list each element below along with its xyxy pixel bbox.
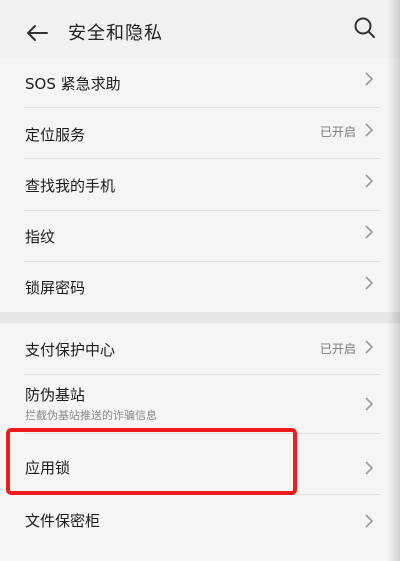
chevron-right-icon: [365, 123, 374, 137]
chevron-right-icon: [365, 276, 374, 290]
list-item-label: 指纹: [25, 228, 56, 246]
back-button[interactable]: [24, 20, 50, 46]
chevron-right-icon: [365, 174, 374, 188]
list-item-label: SOS 紧急求助: [25, 75, 121, 93]
list-item-label: 锁屏密码: [25, 279, 86, 297]
chevron-right-icon: [365, 461, 374, 475]
group-separator: [0, 312, 400, 323]
search-button[interactable]: [352, 15, 378, 41]
list-item-lock-screen-password[interactable]: 锁屏密码: [0, 261, 400, 312]
list-item-label: 文件保密柜: [25, 512, 101, 530]
status-value: 已开启: [319, 342, 356, 356]
chevron-right-icon: [365, 514, 374, 528]
search-icon: [354, 17, 375, 38]
chevron-right-icon: [365, 225, 374, 239]
header: 安全和隐私: [0, 0, 400, 62]
list-item-sos[interactable]: SOS 紧急求助: [0, 58, 400, 108]
list-item-payment-protection[interactable]: 支付保护中心 已开启: [0, 323, 400, 374]
highlight-box: [6, 428, 297, 495]
back-arrow-icon: [27, 25, 48, 41]
security-privacy-screen: 安全和隐私 SOS 紧急求助 定位服务 已开启 查找我的手机 指纹 锁屏密码 支…: [0, 0, 400, 561]
list-item-label: 防伪基站: [25, 386, 86, 404]
list-item-label: 定位服务: [25, 126, 86, 144]
list-item-sublabel: 拦截伪基站推送的诈骗信息: [25, 409, 157, 422]
page-title: 安全和隐私: [68, 23, 163, 44]
screen-edge-shadow: [388, 0, 400, 561]
chevron-right-icon: [365, 72, 374, 86]
list-item-pseudo-base-station[interactable]: 防伪基站 拦截伪基站推送的诈骗信息: [0, 375, 400, 433]
chevron-right-icon: [365, 397, 374, 411]
list-item-file-safe[interactable]: 文件保密柜: [0, 495, 400, 551]
list-item-label: 查找我的手机: [25, 177, 116, 195]
list-item-find-my-phone[interactable]: 查找我的手机: [0, 159, 400, 210]
status-value: 已开启: [319, 125, 356, 139]
chevron-right-icon: [365, 340, 374, 354]
list-item-location[interactable]: 定位服务 已开启: [0, 108, 400, 159]
list-item-label: 支付保护中心: [25, 341, 116, 359]
list-item-fingerprint[interactable]: 指纹: [0, 210, 400, 261]
